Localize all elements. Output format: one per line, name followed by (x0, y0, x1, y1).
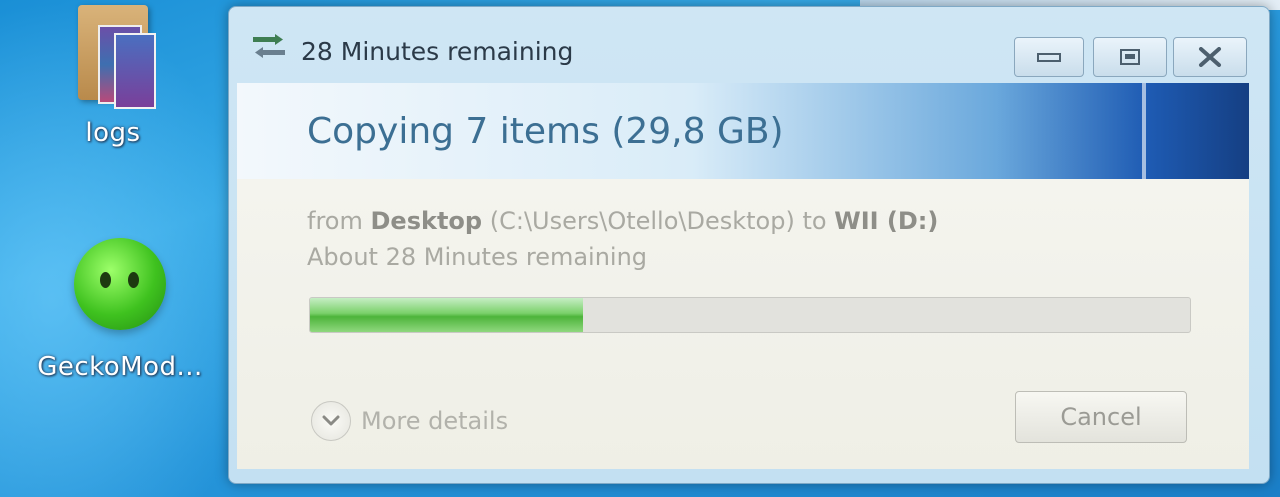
copy-progress-dialog: 28 Minutes remaining Copying 7 items (29… (228, 6, 1270, 484)
to-word: to (802, 207, 827, 235)
title-bar[interactable]: 28 Minutes remaining (229, 7, 1269, 83)
source-link[interactable]: Desktop (371, 207, 483, 235)
maximize-icon (1120, 49, 1140, 65)
dialog-content: from Desktop (C:\Users\Otello\Desktop) t… (237, 179, 1249, 469)
desktop-icon-label: GeckoMod... (37, 352, 203, 382)
desktop-icon-logs[interactable]: logs (58, 5, 168, 148)
minimize-button[interactable] (1014, 37, 1084, 77)
window-title: 28 Minutes remaining (301, 37, 574, 66)
desktop-icon-label: logs (85, 118, 141, 148)
from-word: from (307, 207, 363, 235)
folder-icon (78, 5, 156, 109)
desktop-icon-geckomod[interactable]: GeckoMod... (20, 238, 220, 382)
minimize-icon (1037, 53, 1061, 62)
source-destination-line: from Desktop (C:\Users\Otello\Desktop) t… (307, 207, 938, 235)
more-details-label: More details (361, 407, 509, 435)
banner-highlight (1142, 83, 1146, 179)
chevron-down-icon (311, 401, 351, 441)
header-banner: Copying 7 items (29,8 GB) (237, 83, 1249, 179)
copy-heading: Copying 7 items (29,8 GB) (307, 111, 784, 152)
cancel-button[interactable]: Cancel (1015, 391, 1187, 443)
progress-bar (309, 297, 1191, 333)
time-remaining: About 28 Minutes remaining (307, 243, 648, 271)
maximize-button[interactable] (1093, 37, 1167, 77)
close-icon (1199, 47, 1221, 67)
source-path: (C:\Users\Otello\Desktop) (489, 207, 795, 235)
gecko-app-icon (74, 238, 166, 330)
more-details-toggle[interactable]: More details (311, 401, 508, 441)
copy-arrows-icon (253, 34, 285, 58)
close-button[interactable] (1173, 37, 1247, 77)
progress-bar-fill (310, 298, 583, 332)
destination-link[interactable]: WII (D:) (834, 207, 938, 235)
